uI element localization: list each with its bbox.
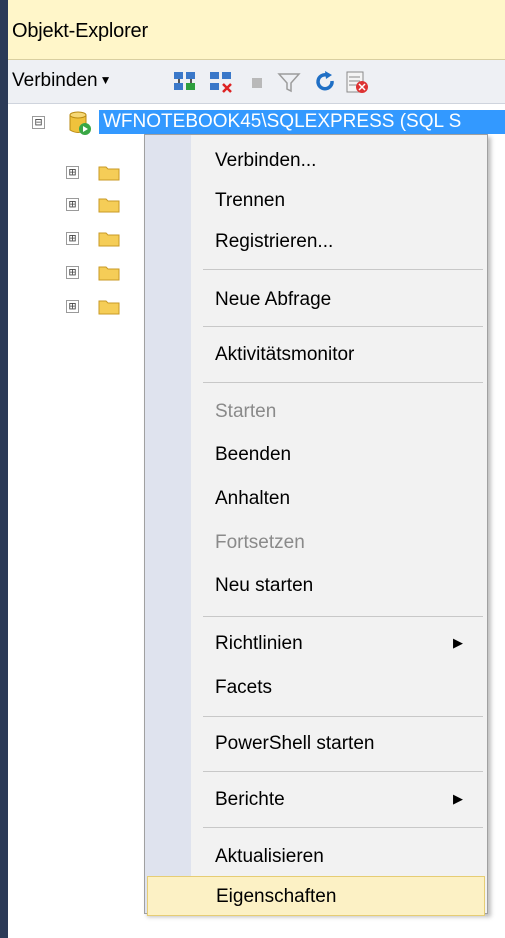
menu-item-label: Trennen — [215, 190, 286, 211]
menu-item-label: Starten — [215, 401, 277, 422]
connect-label: Verbinden — [12, 70, 98, 91]
menu-separator — [203, 771, 483, 772]
menu-separator — [203, 326, 483, 327]
disconnect-icon[interactable] — [208, 69, 234, 95]
chevron-down-icon: ▼ — [99, 73, 112, 87]
stop-icon[interactable] — [244, 69, 270, 95]
menu-item-neue-abfrage[interactable]: Neue Abfrage — [147, 280, 485, 320]
menu-item-beenden[interactable]: Beenden — [147, 435, 485, 475]
activity-monitor-icon[interactable] — [344, 69, 370, 95]
menu-item-registrieren[interactable]: Registrieren... — [147, 222, 485, 262]
refresh-icon[interactable] — [312, 69, 338, 95]
collapse-server-toggle[interactable]: ⊟ — [32, 116, 45, 129]
menu-item-label: PowerShell starten — [215, 733, 375, 754]
server-context-menu: Verbinden... Trennen Registrieren... Neu… — [144, 134, 488, 916]
menu-item-label: Fortsetzen — [215, 532, 305, 553]
menu-item-label: Verbinden... — [215, 150, 317, 171]
panel-title: Objekt-Explorer — [12, 20, 148, 42]
menu-item-label: Neue Abfrage — [215, 289, 332, 310]
menu-item-aktivitaetsmonitor[interactable]: Aktivitätsmonitor — [147, 335, 485, 375]
menu-item-richtlinien[interactable]: Richtlinien ▶ — [147, 624, 485, 664]
menu-item-label: Berichte — [215, 789, 285, 810]
folder-icon[interactable] — [98, 196, 120, 213]
sql-server-icon — [69, 111, 91, 135]
folder-icon[interactable] — [98, 164, 120, 181]
menu-separator — [203, 269, 483, 270]
submenu-arrow-icon: ▶ — [453, 791, 463, 806]
filter-icon[interactable] — [276, 69, 302, 95]
folder-icon[interactable] — [98, 298, 120, 315]
menu-item-label: Aktualisieren — [215, 846, 324, 867]
submenu-arrow-icon: ▶ — [453, 635, 463, 650]
menu-item-starten: Starten — [147, 392, 485, 432]
folder-icon[interactable] — [98, 230, 120, 247]
menu-separator — [203, 716, 483, 717]
server-node-label[interactable]: WFNOTEBOOK45\SQLEXPRESS (SQL S — [99, 110, 505, 134]
menu-item-anhalten[interactable]: Anhalten — [147, 479, 485, 519]
menu-separator — [203, 382, 483, 383]
expand-folder-toggle[interactable]: ⊞ — [66, 232, 79, 245]
menu-item-verbinden[interactable]: Verbinden... — [147, 141, 485, 181]
menu-item-neu-starten[interactable]: Neu starten — [147, 566, 485, 606]
menu-item-label: Neu starten — [215, 575, 314, 596]
menu-item-label: Registrieren... — [215, 231, 334, 252]
menu-item-aktualisieren[interactable]: Aktualisieren — [147, 837, 485, 877]
expand-folder-toggle[interactable]: ⊞ — [66, 198, 79, 211]
window-frame-left — [0, 0, 8, 938]
menu-item-label: Aktivitätsmonitor — [215, 344, 355, 365]
panel-title-bar: Objekt-Explorer — [8, 0, 505, 60]
expand-folder-toggle[interactable]: ⊞ — [66, 300, 79, 313]
menu-item-label: Facets — [215, 677, 273, 698]
menu-item-powershell-starten[interactable]: PowerShell starten — [147, 724, 485, 764]
menu-item-berichte[interactable]: Berichte ▶ — [147, 780, 485, 820]
expand-folder-toggle[interactable]: ⊞ — [66, 166, 79, 179]
menu-item-fortsetzen: Fortsetzen — [147, 523, 485, 563]
menu-item-label: Anhalten — [215, 488, 291, 509]
menu-item-trennen[interactable]: Trennen — [147, 181, 485, 221]
connect-dropdown-button[interactable]: Verbinden ▼ — [12, 70, 111, 92]
menu-item-eigenschaften[interactable]: Eigenschaften — [147, 876, 485, 916]
menu-item-label: Eigenschaften — [216, 886, 337, 907]
expand-folder-toggle[interactable]: ⊞ — [66, 266, 79, 279]
object-explorer-toolbar: Verbinden ▼ — [8, 60, 505, 104]
menu-item-facets[interactable]: Facets — [147, 668, 485, 708]
menu-separator — [203, 827, 483, 828]
menu-item-label: Beenden — [215, 444, 292, 465]
folder-icon[interactable] — [98, 264, 120, 281]
connect-object-explorer-icon[interactable] — [172, 69, 198, 95]
menu-separator — [203, 616, 483, 617]
menu-item-label: Richtlinien — [215, 633, 303, 654]
